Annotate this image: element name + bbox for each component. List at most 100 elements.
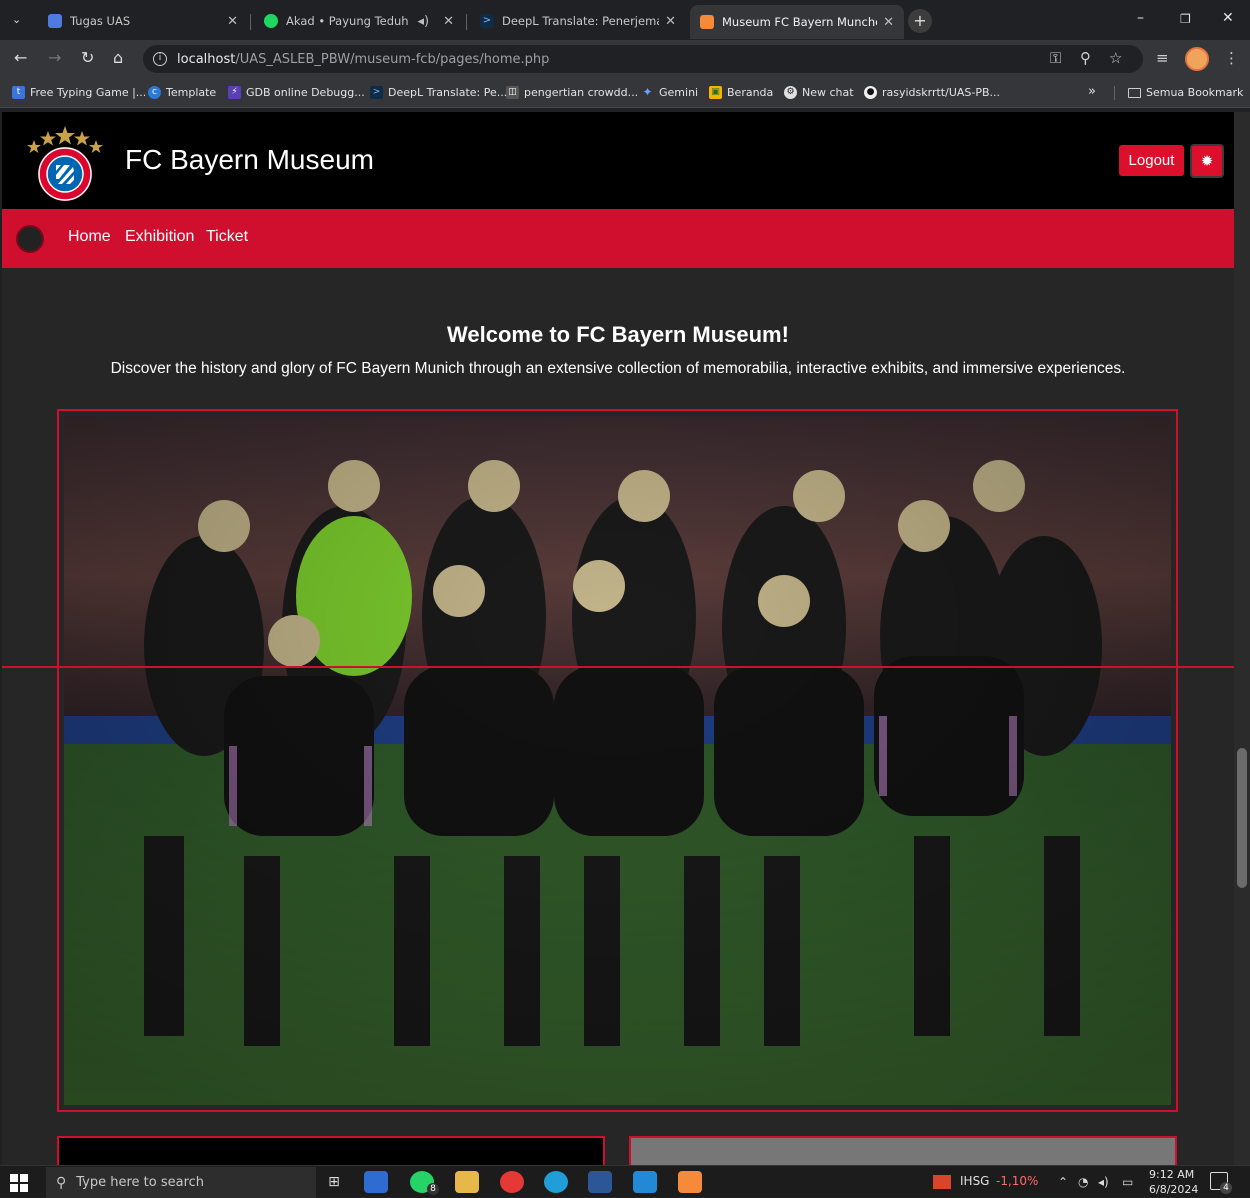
restore-icon[interactable]: ❐ [1180,12,1191,26]
bookmarks-overflow[interactable]: » [1088,84,1096,99]
close-icon[interactable]: ✕ [883,15,894,30]
team-photo [64,416,1171,1105]
spotify-icon [264,14,278,28]
close-icon[interactable]: ✕ [227,14,238,29]
tab-museum-fcb[interactable]: Museum FC Bayern Munchen ✕ [690,5,904,39]
tab-search-icon[interactable]: ⌄ [12,12,21,28]
tab-title: Akad • Payung Teduh [286,14,409,28]
bookmark-item[interactable]: ⚡ GDB online Debugg... [228,86,365,99]
logout-button[interactable]: Logout [1119,145,1184,176]
exhibit-card[interactable] [57,1136,605,1165]
url-host: localhost [177,51,236,67]
menu-icon[interactable]: ⋮ [1224,50,1239,66]
nav-ticket[interactable]: Ticket [206,228,248,246]
deepl-icon: > [370,86,383,99]
bookmarks-bar: t Free Typing Game |... c Template ⚡ GDB on… [0,78,1250,108]
profile-avatar[interactable] [1185,47,1209,71]
bookmark-item[interactable]: ◫ pengertian crowdd... [506,86,638,99]
folder-icon [1128,87,1141,98]
speaker-icon[interactable]: ◂) [417,14,429,29]
bookmark-item[interactable]: t Free Typing Game |... [12,86,146,99]
chrome-icon[interactable] [500,1171,524,1193]
windows-start-icon[interactable] [10,1174,28,1192]
bookmark-item[interactable]: ⚙ New chat [784,86,854,99]
forward-icon[interactable]: → [48,50,61,66]
close-icon[interactable]: ✕ [443,14,454,29]
file-explorer-icon[interactable] [455,1171,479,1193]
search-icon: ⚲ [56,1174,67,1191]
network-icon[interactable]: ◔ [1078,1174,1088,1190]
tab-title: DeepL Translate: Penerjemah pa [502,14,659,28]
clock-date[interactable]: 6/8/2024 [1149,1183,1198,1196]
site-title: FC Bayern Museum [125,144,374,175]
hero-image-frame [57,409,1178,1112]
task-view-icon[interactable]: ⊞ [322,1171,346,1193]
whatsapp-badge: 8 [427,1183,439,1195]
bookmark-item[interactable]: ● rasyidskrrtt/UAS-PB... [864,86,1000,99]
classroom-icon [48,14,62,28]
clock-time[interactable]: 9:12 AM [1149,1168,1194,1181]
web-page: FC Bayern Museum Logout ✹ Home Exhibitio… [2,112,1234,1165]
close-icon[interactable]: ✕ [665,14,676,29]
stock-widget-icon[interactable] [933,1175,951,1189]
site-header: FC Bayern Museum Logout ✹ [2,112,1234,209]
page-scrollbar[interactable] [1234,112,1250,1165]
address-bar[interactable]: i localhost/UAS_ASLEB_PBW/museum-fcb/pag… [143,45,1143,73]
bookmark-star-icon[interactable]: ☆ [1109,50,1122,66]
scrollbar-thumb[interactable] [1237,748,1247,888]
edge-icon[interactable] [544,1171,568,1193]
settings-gear-icon[interactable]: ✹ [1190,144,1224,178]
reload-icon[interactable]: ↻ [81,50,94,66]
volume-icon[interactable]: ◂) [1098,1174,1109,1190]
xampp-icon [700,15,714,29]
url-path: /UAS_ASLEB_PBW/museum-fcb/pages/home.php [235,51,550,67]
navbar-logo-icon[interactable] [16,225,44,253]
bookmark-item[interactable]: ▣ Beranda [709,86,773,99]
new-tab-icon[interactable]: + [908,9,932,33]
tab-title: Museum FC Bayern Munchen [722,15,878,29]
welcome-title: Welcome to FC Bayern Museum! [447,322,789,347]
notification-count: 4 [1220,1182,1232,1194]
lightning-icon: ⚡ [228,86,241,99]
tab-title: Tugas UAS [70,14,131,28]
back-icon[interactable]: ← [14,50,27,66]
app-icon[interactable] [364,1171,388,1193]
classroom-icon: ▣ [709,86,722,99]
stock-change: -1,10% [996,1174,1039,1188]
bookmark-item[interactable]: c Template [148,86,216,99]
xampp-icon[interactable] [678,1171,702,1193]
all-bookmarks-folder[interactable]: Semua Bookmark [1128,86,1243,99]
main-navbar: Home Exhibition Ticket [2,209,1234,268]
github-icon: ● [864,86,877,99]
deepl-icon: > [480,14,494,28]
tab-deepl[interactable]: > DeepL Translate: Penerjemah pa ✕ [470,6,686,36]
stock-ticker[interactable]: IHSG [960,1174,989,1188]
exhibit-card[interactable] [629,1136,1177,1165]
battery-icon[interactable]: ▭ [1122,1174,1133,1190]
web-icon: ◫ [506,86,519,99]
password-key-icon[interactable]: ⚿ [1050,50,1061,66]
nav-home[interactable]: Home [68,228,111,246]
close-window-icon[interactable]: ✕ [1222,10,1234,26]
bookmark-item[interactable]: > DeepL Translate: Pe... [370,86,507,99]
vscode-icon[interactable] [633,1171,657,1193]
typing-icon: t [12,86,25,99]
gemini-icon: ✦ [642,85,653,99]
tab-tugas-uas[interactable]: Tugas UAS ✕ [38,6,248,36]
taskbar-search[interactable]: ⚲ Type here to search [46,1167,316,1198]
welcome-description: Discover the history and glory of FC Bay… [110,360,1126,377]
media-control-icon[interactable]: ≡ [1156,50,1169,66]
minimize-icon[interactable]: – [1137,10,1144,26]
home-icon[interactable]: ⌂ [113,50,123,66]
search-placeholder: Type here to search [76,1175,205,1190]
zoom-icon[interactable]: ⚲ [1080,50,1091,66]
bookmark-item[interactable]: ✦ Gemini [641,85,698,100]
browser-tab-strip: ⌄ Tugas UAS ✕ Akad • Payung Teduh ◂) ✕ >… [0,0,1250,40]
nav-exhibition[interactable]: Exhibition [125,228,194,246]
bayern-logo[interactable] [26,124,104,204]
tray-chevron-icon[interactable]: ⌃ [1058,1174,1068,1190]
word-icon[interactable] [588,1171,612,1193]
tab-akad[interactable]: Akad • Payung Teduh ◂) ✕ [254,6,464,36]
windows-taskbar: ⚲ Type here to search ⊞ 8 IHSG -1,10% ⌃ … [0,1165,1250,1198]
site-info-icon[interactable]: i [153,52,167,66]
